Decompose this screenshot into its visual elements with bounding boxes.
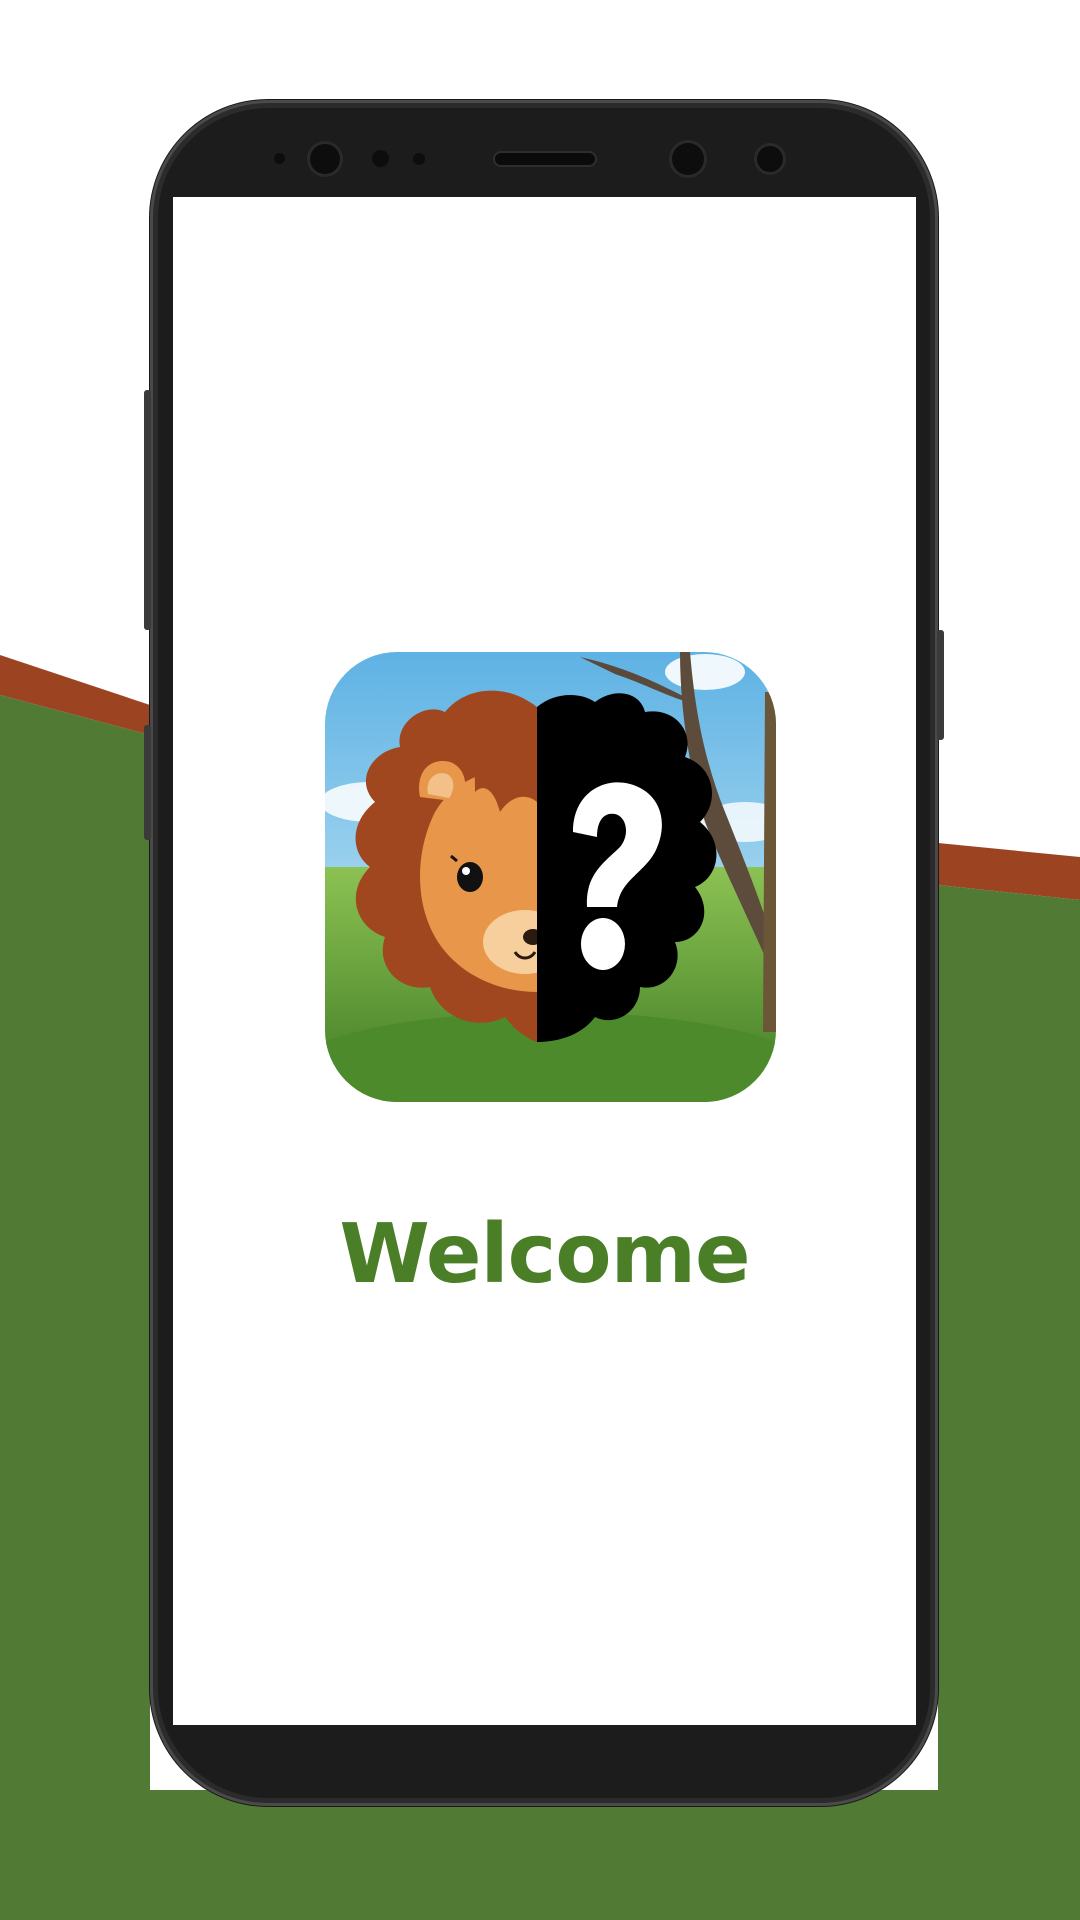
marketing-screen: Welcome	[0, 0, 1080, 1920]
front-camera-icon	[310, 144, 340, 174]
lion-silhouette-icon	[325, 652, 776, 1102]
sensor-dot-icon	[274, 153, 285, 164]
earpiece-speaker	[495, 153, 595, 165]
sensor-dot-icon	[372, 150, 389, 167]
front-camera-icon	[672, 143, 704, 175]
welcome-title: Welcome	[339, 1207, 750, 1302]
green-hill-bottom	[0, 1790, 1080, 1920]
phone-side-button-left	[144, 725, 151, 840]
green-hill	[0, 695, 150, 1920]
sensor-dot-icon	[757, 146, 783, 172]
sensor-dot-icon	[413, 153, 425, 165]
app-icon	[325, 652, 776, 1102]
phone-volume-button	[144, 390, 151, 630]
green-hill-right	[938, 885, 1080, 1920]
phone-power-button	[937, 630, 944, 740]
